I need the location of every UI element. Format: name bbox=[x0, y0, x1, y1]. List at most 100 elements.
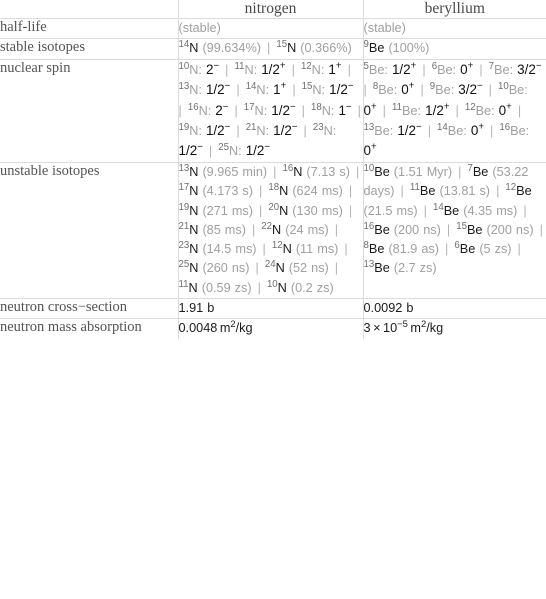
element-symbol: N bbox=[279, 203, 289, 218]
nuclear-spin-value: 0+ bbox=[470, 121, 485, 138]
isotope-symbol: 25N bbox=[179, 260, 199, 276]
element-symbol: Be: bbox=[437, 62, 457, 77]
nuclear-spin-value: 1/2− bbox=[273, 121, 298, 138]
isotope-mass-number: 21 bbox=[245, 121, 257, 133]
isotope-symbol: 16N: bbox=[188, 102, 211, 118]
element-symbol: N bbox=[275, 261, 285, 276]
row-label-half-life: half-life bbox=[0, 17, 179, 40]
nuclear-spin-value: 1/2− bbox=[271, 101, 296, 118]
isotope-mass-number: 19 bbox=[178, 201, 190, 213]
half-life-beryllium-value: (stable) bbox=[363, 21, 406, 35]
table-row-half-life: half-life (stable) (stable) bbox=[0, 17, 546, 40]
isotope-symbol: 13Be bbox=[364, 260, 390, 276]
isotope-symbol: 14Be: bbox=[437, 121, 467, 138]
list-separator: | bbox=[513, 103, 522, 118]
isotope-value: (200 ns) bbox=[486, 222, 534, 237]
isotope-comparison-table: nitrogen beryllium half-life (stable) (s… bbox=[0, 0, 546, 339]
nuclear-spin-value: 1− bbox=[338, 101, 352, 118]
isotope-symbol: 14Be bbox=[433, 202, 459, 218]
list-separator: | bbox=[299, 124, 311, 138]
isotope-symbol: 8Be bbox=[364, 241, 385, 257]
element-symbol: N bbox=[189, 184, 199, 199]
list-separator: | bbox=[451, 103, 463, 118]
row-label-unstable-isotopes: unstable isotopes bbox=[0, 161, 179, 300]
isotope-value: (52 ns) bbox=[288, 261, 329, 276]
exponent: −5 bbox=[397, 318, 408, 330]
isotope-symbol: 15Be bbox=[456, 221, 482, 237]
isotope-mass-number: 11 bbox=[409, 182, 420, 193]
isotope-symbol: 9Be: bbox=[430, 82, 454, 98]
unit-exponent: 2 bbox=[420, 318, 427, 330]
element-symbol: Be: bbox=[374, 124, 394, 138]
neutron-mass-absorption-beryllium: 3 × 10−5 m2/kg bbox=[362, 318, 546, 339]
column-header-beryllium: beryllium bbox=[362, 0, 546, 19]
element-symbol: N bbox=[189, 164, 199, 179]
isotope-mass-number: 14 bbox=[245, 80, 257, 92]
list-separator: | bbox=[343, 62, 351, 77]
element-symbol: N: bbox=[311, 62, 325, 77]
nuclear-spin-value: 1/2− bbox=[245, 141, 271, 159]
element-symbol: N: bbox=[228, 144, 242, 159]
spin-parity-sign: + bbox=[370, 101, 377, 113]
list-separator: | bbox=[441, 242, 453, 257]
element-symbol: Be: bbox=[447, 124, 467, 138]
isotope-mass-number: 18 bbox=[268, 182, 280, 193]
isotope-mass-number: 24 bbox=[264, 259, 276, 271]
isotope-mass-number: 18 bbox=[310, 101, 322, 113]
isotope-symbol: 6Be: bbox=[432, 61, 457, 77]
isotope-symbol: 10Be: bbox=[498, 82, 528, 98]
nuclear-spin-value: 1/2− bbox=[178, 141, 203, 159]
isotope-symbol: 22N bbox=[261, 221, 281, 237]
element-symbol: Be: bbox=[368, 62, 388, 77]
spin-parity-sign: + bbox=[279, 60, 286, 72]
table-header-row: nitrogen beryllium bbox=[0, 0, 546, 19]
isotope-value: (0.59 zs) bbox=[201, 280, 252, 295]
isotope-symbol: 7Be: bbox=[489, 61, 513, 77]
isotope-value: (14.5 ms) bbox=[202, 242, 257, 257]
isotope-symbol: 13N: bbox=[178, 80, 202, 98]
list-separator: | bbox=[484, 83, 496, 98]
element-symbol: Be bbox=[419, 184, 436, 199]
element-symbol: N bbox=[189, 222, 199, 237]
isotope-value: (4.173 s) bbox=[202, 184, 254, 199]
list-separator: | bbox=[344, 184, 353, 199]
isotope-symbol: 20N bbox=[268, 202, 289, 218]
isotope-symbol: 13N bbox=[179, 163, 199, 179]
unstable-isotopes-nitrogen: 13N (9.965 min) | 16N (7.13 s) | 17N (4.… bbox=[177, 161, 364, 300]
element-symbol: N bbox=[188, 280, 198, 295]
isotope-value: (200 ns) bbox=[393, 222, 441, 237]
isotope-symbol: 16N bbox=[282, 163, 302, 179]
isotope-mass-number: 14 bbox=[437, 121, 448, 133]
column-header-nitrogen: nitrogen bbox=[177, 0, 364, 19]
isotope-symbol: 9Be bbox=[364, 40, 385, 56]
element-symbol: N: bbox=[323, 124, 337, 138]
nuclear-spin-value: 2− bbox=[215, 101, 229, 118]
isotope-mass-number: 23 bbox=[312, 121, 324, 133]
isotope-symbol: 16Be: bbox=[499, 122, 529, 138]
list-separator: | bbox=[221, 62, 233, 77]
isotope-mass-number: 13 bbox=[178, 80, 190, 92]
list-separator: | bbox=[253, 280, 265, 295]
element-symbol: Be bbox=[472, 164, 489, 179]
list-separator: | bbox=[351, 164, 360, 179]
isotope-value: (100%) bbox=[388, 41, 430, 56]
isotope-mass-number: 17 bbox=[178, 182, 190, 193]
list-separator: | bbox=[232, 124, 244, 138]
element-symbol: Be bbox=[374, 261, 390, 276]
list-separator: | bbox=[378, 103, 391, 118]
isotope-symbol: 11Be: bbox=[392, 102, 421, 118]
isotope-value: (624 ms) bbox=[292, 184, 343, 199]
isotope-symbol: 5Be: bbox=[364, 61, 388, 77]
table-row-nuclear-spin: nuclear spin 10N: 2− | 11N: 1/2+ | 12N: … bbox=[0, 58, 546, 163]
isotope-mass-number: 15 bbox=[301, 80, 313, 92]
isotope-value: (13.81 s) bbox=[439, 184, 491, 199]
isotope-mass-number: 10 bbox=[266, 278, 278, 290]
list-separator: | bbox=[416, 83, 428, 98]
list-separator: | bbox=[255, 203, 267, 218]
isotope-mass-number: 10 bbox=[178, 60, 190, 72]
list-separator: | bbox=[251, 261, 263, 276]
isotope-symbol: 12Be: bbox=[465, 102, 495, 118]
list-separator: | bbox=[486, 124, 498, 138]
element-symbol: Be bbox=[374, 222, 390, 237]
spin-parity-sign: − bbox=[264, 141, 271, 153]
